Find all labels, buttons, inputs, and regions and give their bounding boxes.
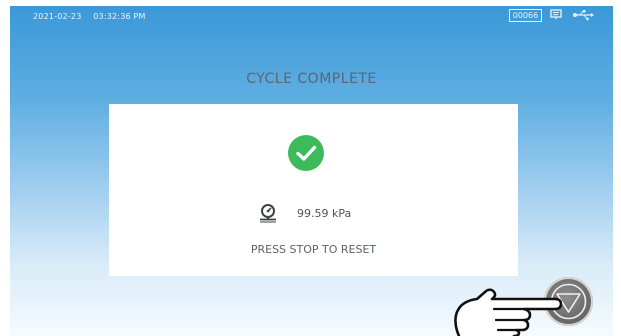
reset-instruction: PRESS STOP TO RESET — [250, 243, 377, 256]
datetime-readout: 2021-02-23 03:32:36 PM — [33, 12, 146, 21]
pointing-hand-icon — [454, 288, 562, 336]
pressure-gauge-icon — [260, 204, 276, 223]
check-icon — [288, 135, 324, 171]
pressure-readout: 99.59 kPa — [109, 203, 518, 223]
cycle-counter-badge: 00066 — [509, 9, 542, 22]
date-text: 2021-02-23 — [33, 12, 82, 21]
status-bar: 2021-02-23 03:32:36 PM 00066 — [10, 6, 613, 28]
pressure-value: 99.59 kPa — [297, 207, 352, 220]
cycle-status-title: CYCLE COMPLETE — [246, 71, 377, 87]
message-icon[interactable] — [550, 9, 562, 22]
usb-icon — [573, 10, 594, 21]
result-panel: 99.59 kPa PRESS STOP TO RESET — [109, 104, 518, 276]
time-text: 03:32:36 PM — [93, 12, 146, 21]
